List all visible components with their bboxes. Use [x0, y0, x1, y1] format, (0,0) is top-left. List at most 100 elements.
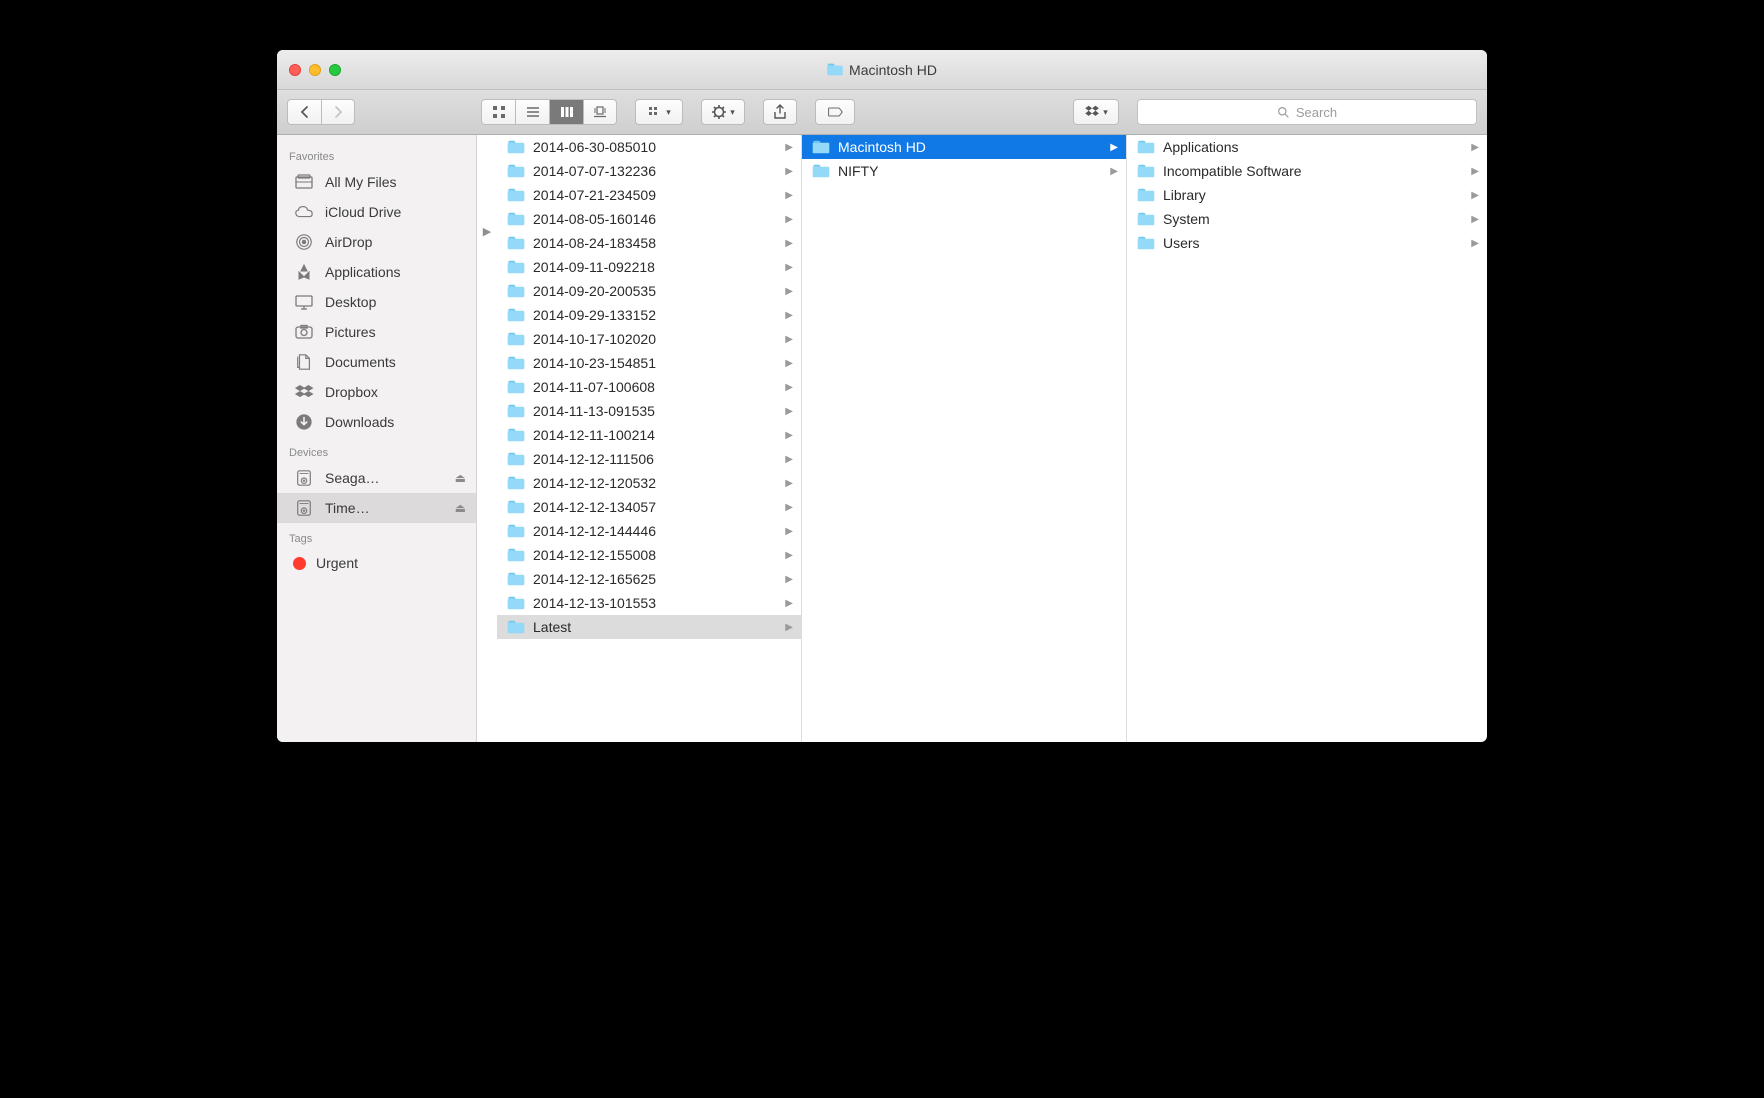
folder-row[interactable]: 2014-08-05-160146▶	[497, 207, 801, 231]
documents-icon	[293, 353, 315, 371]
zoom-button[interactable]	[329, 64, 341, 76]
dropbox-icon	[293, 383, 315, 401]
folder-name: 2014-07-21-234509	[533, 187, 656, 203]
folder-row[interactable]: 2014-10-23-154851▶	[497, 351, 801, 375]
folder-row[interactable]: Incompatible Software▶	[1127, 159, 1487, 183]
downloads-icon	[293, 413, 315, 431]
sidebar-item-all-my-files[interactable]: All My Files	[277, 167, 476, 197]
sidebar-item-label: Documents	[325, 354, 396, 370]
nav-buttons	[287, 99, 355, 125]
chevron-right-icon: ▶	[785, 286, 793, 297]
sidebar: Favorites All My FilesiCloud DriveAirDro…	[277, 135, 477, 742]
chevron-right-icon: ▶	[785, 526, 793, 537]
sidebar-tag[interactable]: Urgent	[277, 549, 476, 577]
minimize-button[interactable]	[309, 64, 321, 76]
folder-row[interactable]: 2014-12-13-101553▶	[497, 591, 801, 615]
window-title-text: Macintosh HD	[849, 62, 937, 78]
column-2[interactable]: Macintosh HD▶NIFTY▶	[802, 135, 1127, 742]
forward-button[interactable]	[321, 99, 355, 125]
sidebar-item-downloads[interactable]: Downloads	[277, 407, 476, 437]
traffic-lights	[277, 64, 341, 76]
folder-row[interactable]: 2014-09-20-200535▶	[497, 279, 801, 303]
applications-icon	[293, 263, 315, 281]
folder-name: Latest	[533, 619, 571, 635]
chevron-right-icon: ▶	[785, 622, 793, 633]
chevron-right-icon: ▶	[1110, 166, 1118, 177]
icon-view-button[interactable]	[481, 99, 515, 125]
folder-row[interactable]: Library▶	[1127, 183, 1487, 207]
sidebar-item-documents[interactable]: Documents	[277, 347, 476, 377]
folder-row[interactable]: 2014-12-12-144446 ▶	[497, 519, 801, 543]
folder-row[interactable]: 2014-11-07-100608▶	[497, 375, 801, 399]
column-1[interactable]: 2014-06-30-085010▶2014-07-07-132236▶2014…	[477, 135, 802, 742]
chevron-right-icon: ▶	[1471, 166, 1479, 177]
folder-row[interactable]: System▶	[1127, 207, 1487, 231]
folder-name: 2014-09-11-092218	[533, 259, 655, 275]
folder-row[interactable]: Latest ▶	[497, 615, 801, 639]
folder-row[interactable]: 2014-12-12-155008▶	[497, 543, 801, 567]
folder-row[interactable]: 2014-06-30-085010▶	[497, 135, 801, 159]
folder-row[interactable]: 2014-12-12-111506▶	[497, 447, 801, 471]
toolbar: ▾ ▾ ▾ Search	[277, 90, 1487, 135]
folder-row[interactable]: 2014-07-07-132236▶	[497, 159, 801, 183]
close-button[interactable]	[289, 64, 301, 76]
sidebar-item-label: Urgent	[316, 555, 358, 571]
back-button[interactable]	[287, 99, 321, 125]
folder-name: 2014-12-12-155008	[533, 547, 656, 563]
action-button[interactable]: ▾	[701, 99, 745, 125]
column-3[interactable]: Applications▶Incompatible Software▶Libra…	[1127, 135, 1487, 742]
folder-name: 2014-12-12-134057	[533, 499, 656, 515]
folder-row[interactable]: 2014-10-17-102020▶	[497, 327, 801, 351]
chevron-right-icon: ▶	[785, 166, 793, 177]
column-view-button[interactable]	[549, 99, 583, 125]
arrange-button[interactable]: ▾	[635, 99, 683, 125]
chevron-right-icon: ▶	[785, 502, 793, 513]
chevron-right-icon: ▶	[1471, 190, 1479, 201]
tags-header: Tags	[277, 523, 476, 549]
tags-button[interactable]	[815, 99, 855, 125]
folder-row[interactable]: 2014-12-12-134057 ▶	[497, 495, 801, 519]
folder-row[interactable]: 2014-09-29-133152▶	[497, 303, 801, 327]
sidebar-device[interactable]: Time…⏏	[277, 493, 476, 523]
folder-row[interactable]: 2014-09-11-092218 ▶	[497, 255, 801, 279]
folder-name: 2014-10-17-102020	[533, 331, 656, 347]
chevron-right-icon: ▶	[785, 262, 793, 273]
folder-row[interactable]: 2014-11-13-091535▶	[497, 399, 801, 423]
list-view-button[interactable]	[515, 99, 549, 125]
folder-name: 2014-12-13-101553	[533, 595, 656, 611]
folder-name: 2014-12-12-144446	[533, 523, 656, 539]
sidebar-item-dropbox[interactable]: Dropbox	[277, 377, 476, 407]
folder-row[interactable]: 2014-07-21-234509▶	[497, 183, 801, 207]
folder-name: 2014-08-24-183458	[533, 235, 656, 251]
finder-window: Macintosh HD	[277, 50, 1487, 742]
folder-row[interactable]: 2014-12-11-100214▶	[497, 423, 801, 447]
coverflow-view-button[interactable]	[583, 99, 617, 125]
folder-row[interactable]: 2014-08-24-183458▶	[497, 231, 801, 255]
column-scroll-left[interactable]: ▶	[477, 220, 497, 242]
sidebar-item-desktop[interactable]: Desktop	[277, 287, 476, 317]
eject-icon[interactable]: ⏏	[455, 501, 466, 515]
chevron-right-icon: ▶	[785, 358, 793, 369]
chevron-right-icon: ▶	[1110, 142, 1118, 153]
sidebar-item-airdrop[interactable]: AirDrop	[277, 227, 476, 257]
titlebar: Macintosh HD	[277, 50, 1487, 90]
folder-row[interactable]: NIFTY▶	[802, 159, 1126, 183]
eject-icon[interactable]: ⏏	[455, 471, 466, 485]
sidebar-item-icloud[interactable]: iCloud Drive	[277, 197, 476, 227]
folder-row[interactable]: 2014-12-12-165625▶	[497, 567, 801, 591]
folder-row[interactable]: Macintosh HD▶	[802, 135, 1126, 159]
search-field[interactable]: Search	[1137, 99, 1477, 125]
view-buttons	[481, 99, 617, 125]
tag-color-icon	[293, 557, 306, 570]
chevron-right-icon: ▶	[785, 142, 793, 153]
chevron-right-icon: ▶	[785, 310, 793, 321]
share-button[interactable]	[763, 99, 797, 125]
folder-row[interactable]: Applications▶	[1127, 135, 1487, 159]
dropbox-button[interactable]: ▾	[1073, 99, 1119, 125]
folder-row[interactable]: Users▶	[1127, 231, 1487, 255]
folder-row[interactable]: 2014-12-12-120532▶	[497, 471, 801, 495]
sidebar-item-applications[interactable]: Applications	[277, 257, 476, 287]
sidebar-item-pictures[interactable]: Pictures	[277, 317, 476, 347]
folder-name: Users	[1163, 235, 1200, 251]
sidebar-device[interactable]: Seaga…⏏	[277, 463, 476, 493]
